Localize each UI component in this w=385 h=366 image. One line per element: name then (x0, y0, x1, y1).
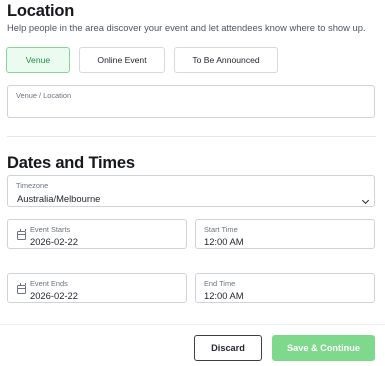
timezone-select[interactable]: Timezone Australia/Melbourne (7, 175, 375, 207)
start-time-field[interactable]: Start Time 12:00 AM (195, 219, 375, 249)
event-starts-value: 2026-02-22 (30, 236, 78, 247)
calendar-icon (17, 283, 26, 294)
end-time-field[interactable]: End Time 12:00 AM (195, 273, 375, 303)
venue-location-input[interactable]: Venue / Location (7, 85, 375, 118)
option-to-be-announced-button[interactable]: To Be Announced (174, 47, 278, 73)
location-description: Help people in the area discover your ev… (7, 22, 366, 33)
chevron-down-icon (361, 196, 370, 205)
timezone-value: Australia/Melbourne (17, 193, 101, 204)
start-time-value: 12:00 AM (204, 236, 244, 247)
venue-location-label: Venue / Location (16, 91, 72, 100)
event-starts-field[interactable]: Event Starts 2026-02-22 (7, 219, 187, 249)
end-time-value: 12:00 AM (204, 290, 244, 301)
dates-heading: Dates and Times (7, 154, 135, 172)
start-time-label: Start Time (204, 225, 238, 234)
option-online-event-button[interactable]: Online Event (79, 47, 165, 73)
discard-button[interactable]: Discard (194, 335, 262, 361)
save-continue-button[interactable]: Save & Continue (272, 335, 375, 361)
section-divider (7, 136, 376, 137)
location-heading: Location (7, 2, 75, 20)
event-ends-label: Event Ends (30, 279, 68, 288)
event-ends-field[interactable]: Event Ends 2026-02-22 (7, 273, 187, 303)
end-time-label: End Time (204, 279, 236, 288)
timezone-label: Timezone (16, 181, 49, 190)
event-ends-value: 2026-02-22 (30, 290, 78, 301)
option-venue-button[interactable]: Venue (6, 47, 70, 73)
footer-divider (0, 324, 385, 325)
event-starts-label: Event Starts (30, 225, 71, 234)
calendar-icon (17, 229, 26, 240)
